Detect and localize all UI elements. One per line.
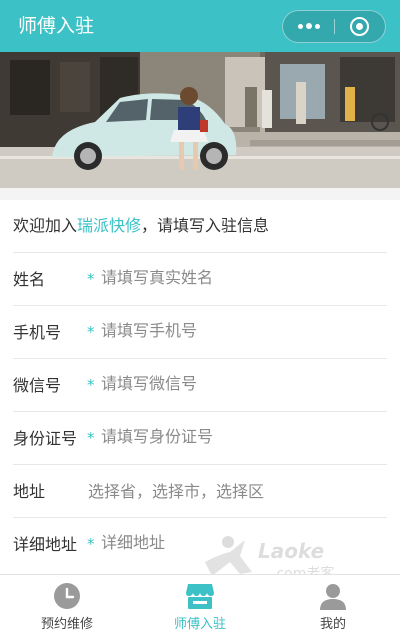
tab-label: 我的 (319, 617, 346, 632)
user-icon (320, 584, 346, 610)
welcome-text: 欢迎加入瑞派快修，请填写入驻信息 (13, 200, 269, 252)
tab-repair-booking[interactable]: 预约维修 (0, 575, 134, 635)
banner-image (0, 52, 400, 188)
tab-bar: 预约维修 师傅入驻 我的 (0, 574, 400, 635)
id-number-input[interactable]: 请填写身份证号 (101, 412, 213, 462)
field-label: 身份证号 (13, 429, 78, 448)
region-picker[interactable]: 选择省，选择市，选择区 (88, 465, 264, 518)
page-title: 师傅入驻 (18, 15, 95, 37)
name-input[interactable]: 请填写真实姓名 (101, 253, 213, 303)
field-label: 地址 (13, 482, 46, 501)
tab-technician-join[interactable]: 师傅入驻 (133, 575, 267, 635)
welcome-suffix: ，请填写入驻信息 (141, 216, 270, 235)
clock-icon (54, 583, 80, 609)
navigation-bar: 师傅入驻 (0, 0, 400, 52)
tab-label: 预约维修 (40, 617, 93, 632)
name-field-row[interactable]: 姓名 * 请填写真实姓名 (13, 252, 387, 305)
required-mark: * (87, 376, 95, 394)
address-field-row[interactable]: 地址 选择省，选择市，选择区 (13, 464, 387, 517)
required-mark: * (87, 270, 95, 288)
detail-address-input[interactable]: 详细地址 (101, 518, 165, 568)
required-mark: * (87, 429, 95, 447)
field-label: 详细地址 (13, 535, 78, 554)
field-label: 微信号 (13, 376, 62, 395)
required-mark: * (87, 323, 95, 341)
phone-field-row[interactable]: 手机号 * 请填写手机号 (13, 305, 387, 358)
tab-my-profile[interactable]: 我的 (266, 575, 400, 635)
watermark-text: Laoke (258, 539, 324, 563)
brand-name: 瑞派快修 (77, 216, 142, 235)
close-program-icon[interactable] (335, 11, 386, 42)
more-options-icon[interactable] (283, 11, 334, 42)
phone-input[interactable]: 请填写手机号 (101, 306, 197, 356)
mini-program-capsule (282, 10, 386, 43)
welcome-prefix: 欢迎加入 (13, 216, 78, 235)
id-number-field-row[interactable]: 身份证号 * 请填写身份证号 (13, 411, 387, 464)
wechat-field-row[interactable]: 微信号 * 请填写微信号 (13, 358, 387, 411)
field-label: 手机号 (13, 323, 62, 342)
storefront-icon (186, 584, 214, 609)
tab-label: 师傅入驻 (173, 617, 226, 632)
required-mark: * (87, 535, 95, 553)
wechat-input[interactable]: 请填写微信号 (101, 359, 197, 409)
registration-form: 欢迎加入瑞派快修，请填写入驻信息 姓名 * 请填写真实姓名 手机号 * 请填写手… (0, 200, 400, 574)
field-label: 姓名 (13, 270, 46, 289)
